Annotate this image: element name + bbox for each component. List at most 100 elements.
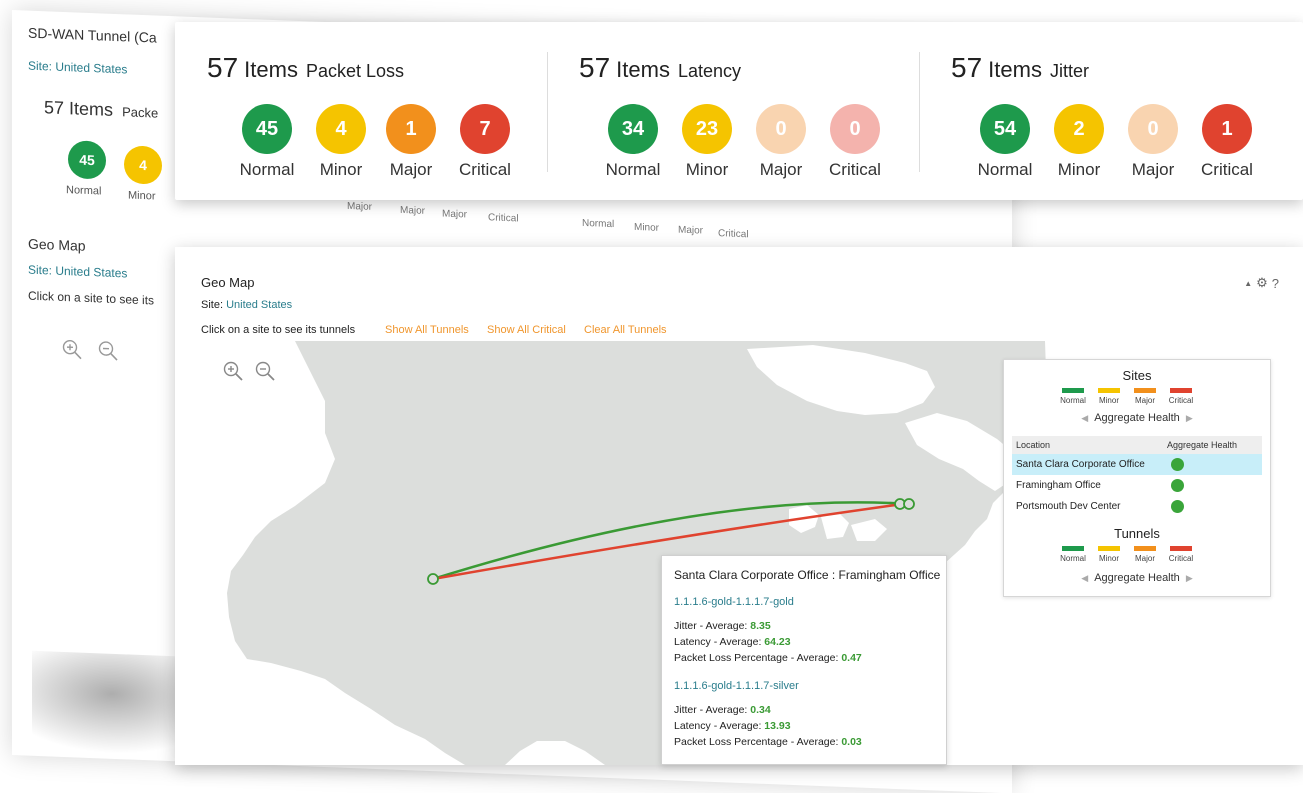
collapse-icon[interactable]: ▲ [1244, 279, 1252, 288]
severity-count-circle[interactable]: 0 [830, 104, 880, 154]
severity-minor[interactable]: 4 Minor [301, 104, 381, 180]
severity-normal[interactable]: 54 Normal [965, 104, 1045, 180]
item-count: 57 [951, 52, 982, 83]
next-arrow-icon[interactable]: ▶ [1186, 573, 1193, 583]
severity-count-circle[interactable]: 2 [1054, 104, 1104, 154]
severity-critical[interactable]: 7 Critical [445, 104, 525, 180]
severity-count-circle[interactable]: 23 [682, 104, 732, 154]
severity-count-circle[interactable]: 54 [980, 104, 1030, 154]
severity-label: Normal [227, 160, 307, 180]
table-row[interactable]: Portsmouth Dev Center [1012, 496, 1262, 517]
severity-label: Major [1113, 160, 1193, 180]
health-dot [1171, 479, 1184, 492]
metric-name: Packet Loss [306, 61, 404, 81]
legend-swatch-label: Critical [1168, 554, 1194, 563]
severity-normal[interactable]: 34 Normal [593, 104, 673, 180]
legend-swatch-label: Major [1132, 554, 1158, 563]
geo-site-filter[interactable]: Site: United States [201, 299, 292, 311]
bg-ghost-label: Critical [488, 212, 519, 224]
bg-ghost-label: Major [347, 201, 372, 213]
bg-zoom-out-icon[interactable] [96, 338, 120, 363]
metric-packet-loss: 57ItemsPacket Loss 45 Normal 4 Minor 1 M… [175, 22, 547, 200]
severity-minor[interactable]: 23 Minor [667, 104, 747, 180]
severity-count-circle[interactable]: 45 [242, 104, 292, 154]
legend-bar [1170, 388, 1192, 393]
severity-count-circle[interactable]: 34 [608, 104, 658, 154]
legend-swatch-label: Critical [1168, 396, 1194, 405]
legend-bar [1062, 388, 1084, 393]
legend-swatch-label: Normal [1060, 396, 1086, 405]
bg-ghost-label: Major [678, 225, 703, 237]
severity-label: Normal [965, 160, 1045, 180]
metric-jitter: 57ItemsJitter 54 Normal 2 Minor 0 Major … [919, 22, 1291, 200]
severity-critical[interactable]: 1 Critical [1187, 104, 1267, 180]
severity-major[interactable]: 0 Major [741, 104, 821, 180]
legend-bar [1062, 546, 1084, 551]
severity-count-circle[interactable]: 4 [316, 104, 366, 154]
sites-legend-title: Sites [1004, 368, 1270, 383]
items-label: Items [616, 57, 670, 82]
bg-site-label[interactable]: Site: United States [28, 59, 127, 77]
latency-average: Latency - Average: 64.23 [674, 636, 791, 648]
site-marker-framingham[interactable] [904, 499, 914, 509]
severity-count-circle[interactable]: 1 [1202, 104, 1252, 154]
bg-zoom-in-icon[interactable] [60, 337, 84, 362]
stat-value: 0.47 [841, 652, 861, 664]
severity-major[interactable]: 0 Major [1113, 104, 1193, 180]
zoom-in-icon[interactable] [221, 359, 245, 383]
bg-minor-label: Minor [128, 189, 156, 202]
bg-normal-label: Normal [66, 184, 101, 197]
bg-minor-count[interactable]: 4 [124, 145, 162, 184]
bg-items-header: 57 Items Packe [44, 97, 158, 122]
gear-icon[interactable]: ⚙ [1256, 275, 1268, 291]
metric-name: Jitter [1050, 61, 1089, 81]
bg-item-count: 57 [44, 97, 64, 118]
item-count: 57 [579, 52, 610, 83]
stat-value: 0.34 [750, 704, 770, 716]
severity-count-circle[interactable]: 7 [460, 104, 510, 154]
severity-label: Major [741, 160, 821, 180]
severity-label: Critical [1187, 160, 1267, 180]
severity-count-circle[interactable]: 1 [386, 104, 436, 154]
severity-critical[interactable]: 0 Critical [815, 104, 895, 180]
map-legend-panel: Sites Normal Minor Major Critical ◀Aggre… [1003, 359, 1271, 597]
clear-all-tunnels-link[interactable]: Clear All Tunnels [584, 324, 667, 336]
legend-swatch-label: Minor [1096, 396, 1122, 405]
col-location[interactable]: Location [1016, 440, 1050, 450]
show-all-tunnels-link[interactable]: Show All Tunnels [385, 324, 469, 336]
next-arrow-icon[interactable]: ▶ [1186, 413, 1193, 423]
severity-count-circle[interactable]: 0 [1128, 104, 1178, 154]
health-dot [1171, 500, 1184, 513]
help-icon[interactable]: ? [1272, 276, 1279, 291]
bg-normal-count[interactable]: 45 [68, 140, 106, 179]
col-aggregate-health[interactable]: Aggregate Health [1167, 440, 1237, 450]
table-row[interactable]: Santa Clara Corporate Office [1012, 454, 1262, 475]
show-all-critical-link[interactable]: Show All Critical [487, 324, 566, 336]
legend-bar [1098, 546, 1120, 551]
sites-legend-swatches: Normal Minor Major Critical [1060, 388, 1194, 405]
severity-label: Major [371, 160, 451, 180]
severity-major[interactable]: 1 Major [371, 104, 451, 180]
geo-map-title: Geo Map [201, 275, 254, 290]
bg-metric-name: Packe [122, 104, 158, 120]
severity-minor[interactable]: 2 Minor [1039, 104, 1119, 180]
stat-label: Packet Loss Percentage - Average: [674, 652, 838, 664]
site-label: Site: [201, 299, 223, 311]
jitter-average: Jitter - Average: 8.35 [674, 620, 771, 632]
zoom-out-icon[interactable] [253, 359, 277, 383]
prev-arrow-icon[interactable]: ◀ [1081, 573, 1088, 583]
table-row[interactable]: Framingham Office [1012, 475, 1262, 496]
site-value[interactable]: United States [226, 299, 292, 311]
item-count: 57 [207, 52, 238, 83]
bg-items-word: Items [69, 98, 113, 120]
legend-bar [1170, 546, 1192, 551]
prev-arrow-icon[interactable]: ◀ [1081, 413, 1088, 423]
site-marker-santa-clara[interactable] [428, 574, 438, 584]
tunnels-aggregate-selector: ◀Aggregate Health▶ [1004, 572, 1270, 584]
legend-swatch-minor: Minor [1096, 388, 1122, 405]
severity-count-circle[interactable]: 0 [756, 104, 806, 154]
metric-name: Latency [678, 61, 741, 81]
severity-normal[interactable]: 45 Normal [227, 104, 307, 180]
bg-geo-site[interactable]: Site: United States [28, 263, 127, 281]
sites-aggregate-selector: ◀Aggregate Health▶ [1004, 412, 1270, 424]
